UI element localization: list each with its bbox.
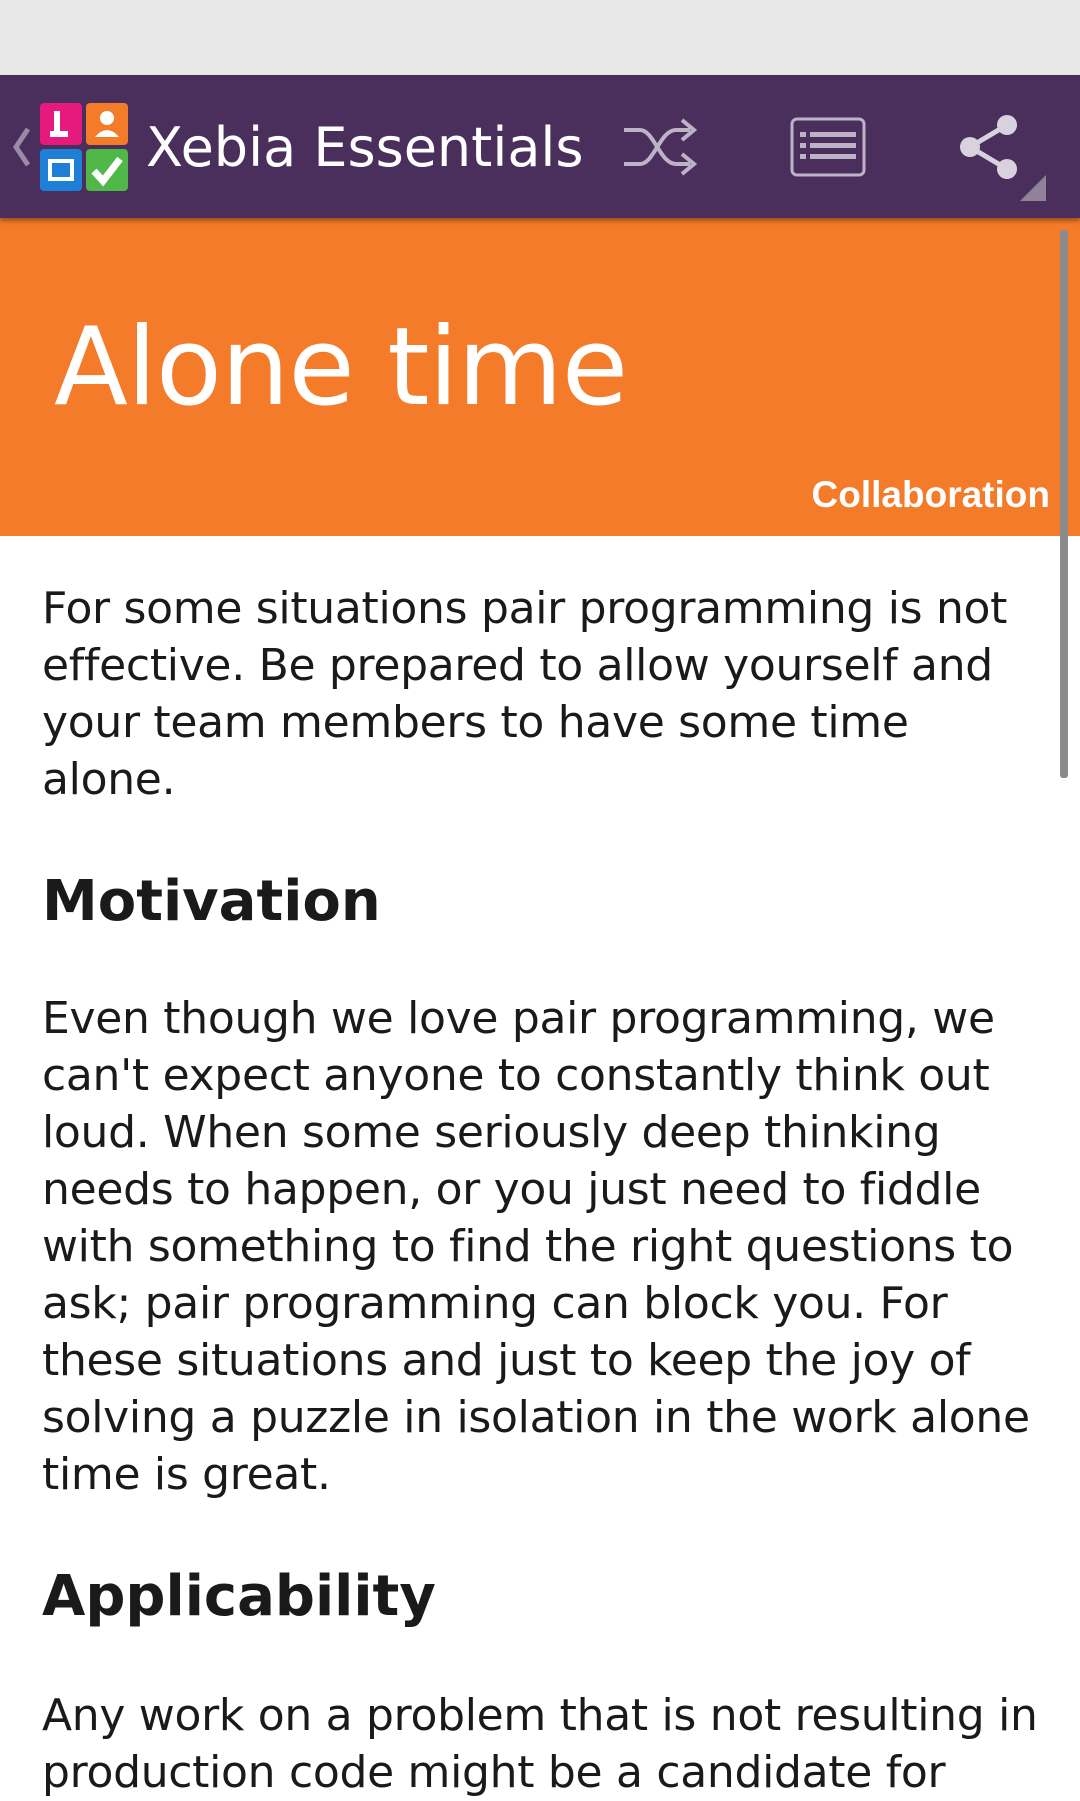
section-body-motivation: Even though we love pair programming, we… xyxy=(42,993,1030,1500)
scrollbar[interactable] xyxy=(1060,230,1068,778)
card-category-label[interactable]: Collaboration xyxy=(812,476,1050,513)
action-bar: Xebia Essentials xyxy=(0,75,1080,218)
app-logo-icon[interactable] xyxy=(40,103,128,191)
shuffle-button[interactable] xyxy=(610,97,710,197)
card-list-icon xyxy=(790,117,866,177)
section-heading-motivation: Motivation xyxy=(42,869,381,934)
card-list-button[interactable] xyxy=(778,97,878,197)
section-heading-applicability: Applicability xyxy=(42,1564,436,1629)
card-content: For some situations pair programming is … xyxy=(42,580,1042,1801)
card-intro-text: For some situations pair programming is … xyxy=(42,583,1008,805)
up-caret-icon[interactable] xyxy=(10,123,34,171)
status-bar xyxy=(0,0,1080,75)
shuffle-icon xyxy=(624,118,698,176)
section-body-applicability: Any work on a problem that is not result… xyxy=(42,1690,1038,1798)
card-header: Alone time Collaboration xyxy=(0,218,1080,536)
overflow-indicator-icon xyxy=(1020,175,1046,201)
app-title: Xebia Essentials xyxy=(146,116,584,179)
share-icon xyxy=(960,115,1017,179)
card-title: Alone time xyxy=(54,305,628,430)
